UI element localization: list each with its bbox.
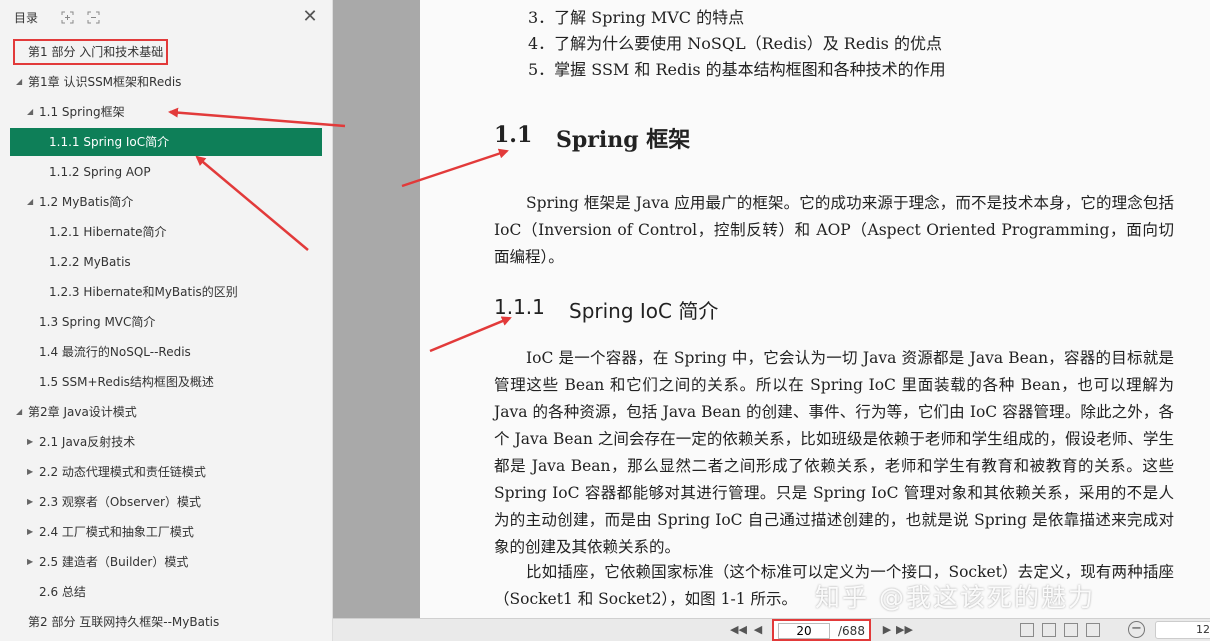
- toc-item-label: 2.3 观察者（Observer）模式: [39, 495, 201, 509]
- toc-item-label: 1.1.2 Spring AOP: [49, 165, 151, 179]
- toc-item[interactable]: 1.2.2 MyBatis: [10, 248, 322, 276]
- toc-item[interactable]: 1.3 Spring MVC简介: [10, 308, 322, 336]
- status-bar: ◀◀ ◀ /688 ▶ ▶▶ − 12: [333, 618, 1210, 641]
- total-pages: /688: [838, 624, 865, 638]
- toc-item[interactable]: 1.4 最流行的NoSQL--Redis: [10, 338, 322, 366]
- zoom-level[interactable]: 12: [1155, 621, 1210, 639]
- last-page-icon[interactable]: ▶▶: [896, 622, 913, 638]
- expanded-arrow-icon[interactable]: ◢: [27, 188, 33, 216]
- toc-item[interactable]: ◢ 第1章 认识SSM框架和Redis: [10, 68, 322, 96]
- toc-item-label: 第2章 Java设计模式: [28, 405, 137, 419]
- continuous-view-icon[interactable]: [1064, 623, 1078, 637]
- page-gutter: [333, 0, 420, 618]
- toc-item-label: 2.2 动态代理模式和责任链模式: [39, 465, 206, 479]
- toc-item-label: 2.4 工厂模式和抽象工厂模式: [39, 525, 194, 539]
- toc-item[interactable]: ▶ 2.1 Java反射技术: [10, 428, 322, 456]
- annotation-highlight-box: [13, 39, 168, 65]
- toc-item[interactable]: ▶ 2.2 动态代理模式和责任链模式: [10, 458, 322, 486]
- toc-sidebar: 目录 ✕ 第1 部分 入门和技术基础 ◢ 第1章 认识SSM框架和Redis ◢ 1.1…: [0, 0, 333, 641]
- subsection-number: 1.1.1: [494, 295, 545, 319]
- toc-item-label: 1.4 最流行的NoSQL--Redis: [39, 345, 191, 359]
- toc-title: 目录: [14, 10, 39, 25]
- toc-item[interactable]: 第2 部分 互联网持久框架--MyBatis: [10, 608, 322, 636]
- prev-page-icon[interactable]: ◀: [750, 622, 766, 638]
- goal-item: 3．了解 Spring MVC 的特点: [528, 8, 745, 27]
- toc-item-label: 1.1 Spring框架: [39, 105, 125, 119]
- watermark: 知乎 @我这该死的魅力: [815, 583, 1095, 612]
- page-indicator-highlight: /688: [772, 619, 871, 641]
- collapsed-arrow-icon[interactable]: ▶: [27, 428, 33, 456]
- toc-item-label: 1.1.1 Spring IoC简介: [49, 135, 170, 149]
- section-number: 1.1: [494, 122, 533, 148]
- toc-item[interactable]: 1.2.3 Hibernate和MyBatis的区别: [10, 278, 322, 306]
- toc-item-label: 2.1 Java反射技术: [39, 435, 136, 449]
- toc-item-label: 1.2.3 Hibernate和MyBatis的区别: [49, 285, 238, 299]
- toc-item-label: 1.3 Spring MVC简介: [39, 315, 156, 329]
- expand-all-icon[interactable]: [60, 10, 74, 24]
- document-page: 3．了解 Spring MVC 的特点 4．了解为什么要使用 NoSQL（Red…: [420, 0, 1210, 618]
- toc-item-label: 第2 部分 互联网持久框架--MyBatis: [28, 615, 220, 629]
- page-number-input[interactable]: [778, 623, 830, 639]
- expanded-arrow-icon[interactable]: ◢: [16, 68, 22, 96]
- toc-item[interactable]: 1.1.1 Spring IoC简介: [10, 128, 322, 156]
- toc-item[interactable]: ◢ 第2章 Java设计模式: [10, 398, 322, 426]
- section-title: Spring 框架: [556, 127, 691, 153]
- next-page-icon[interactable]: ▶: [879, 622, 895, 638]
- toc-item[interactable]: ▶ 2.3 观察者（Observer）模式: [10, 488, 322, 516]
- toc-item[interactable]: ◢ 1.2 MyBatis简介: [10, 188, 322, 216]
- toc-item-label: 2.5 建造者（Builder）模式: [39, 555, 189, 569]
- single-page-view-icon[interactable]: [1020, 623, 1034, 637]
- close-icon[interactable]: ✕: [301, 8, 319, 26]
- toc-item-label: 1.5 SSM+Redis结构框图及概述: [39, 375, 214, 389]
- toc-item-label: 2.6 总结: [39, 585, 86, 599]
- collapsed-arrow-icon[interactable]: ▶: [27, 548, 33, 576]
- body-paragraph: IoC 是一个容器，在 Spring 中，它会认为一切 Java 资源都是 Ja…: [494, 349, 1174, 556]
- toc-item[interactable]: 1.2.1 Hibernate简介: [10, 218, 322, 246]
- expanded-arrow-icon[interactable]: ◢: [27, 98, 33, 126]
- book-view-icon[interactable]: [1086, 623, 1100, 637]
- goal-item: 4．了解为什么要使用 NoSQL（Redis）及 Redis 的优点: [528, 34, 942, 53]
- toc-header: 目录: [0, 0, 332, 34]
- zoom-out-button[interactable]: −: [1128, 621, 1145, 638]
- toc-item[interactable]: ◢ 1.1 Spring框架: [10, 98, 322, 126]
- subsection-title: Spring IoC 简介: [569, 299, 719, 323]
- toc-item-label: 1.2.2 MyBatis: [49, 255, 131, 269]
- collapse-all-icon[interactable]: [86, 10, 100, 24]
- two-page-view-icon[interactable]: [1042, 623, 1056, 637]
- goal-item: 5．掌握 SSM 和 Redis 的基本结构框图和各种技术的作用: [528, 60, 946, 79]
- toc-item[interactable]: ▶ 2.4 工厂模式和抽象工厂模式: [10, 518, 322, 546]
- toc-item[interactable]: 2.6 总结: [10, 578, 322, 606]
- section-paragraph: Spring 框架是 Java 应用最广的框架。它的成功来源于理念，而不是技术本…: [494, 194, 1174, 266]
- toc-item-label: 1.2 MyBatis简介: [39, 195, 134, 209]
- toc-item-label: 第1章 认识SSM框架和Redis: [28, 75, 182, 89]
- toc-item[interactable]: ▶ 2.5 建造者（Builder）模式: [10, 548, 322, 576]
- expanded-arrow-icon[interactable]: ◢: [16, 398, 22, 426]
- collapsed-arrow-icon[interactable]: ▶: [27, 488, 33, 516]
- toc-item-label: 1.2.1 Hibernate简介: [49, 225, 167, 239]
- collapsed-arrow-icon[interactable]: ▶: [27, 458, 33, 486]
- first-page-icon[interactable]: ◀◀: [730, 622, 747, 638]
- toc-item[interactable]: 1.5 SSM+Redis结构框图及概述: [10, 368, 322, 396]
- toc-item[interactable]: 1.1.2 Spring AOP: [10, 158, 322, 186]
- collapsed-arrow-icon[interactable]: ▶: [27, 518, 33, 546]
